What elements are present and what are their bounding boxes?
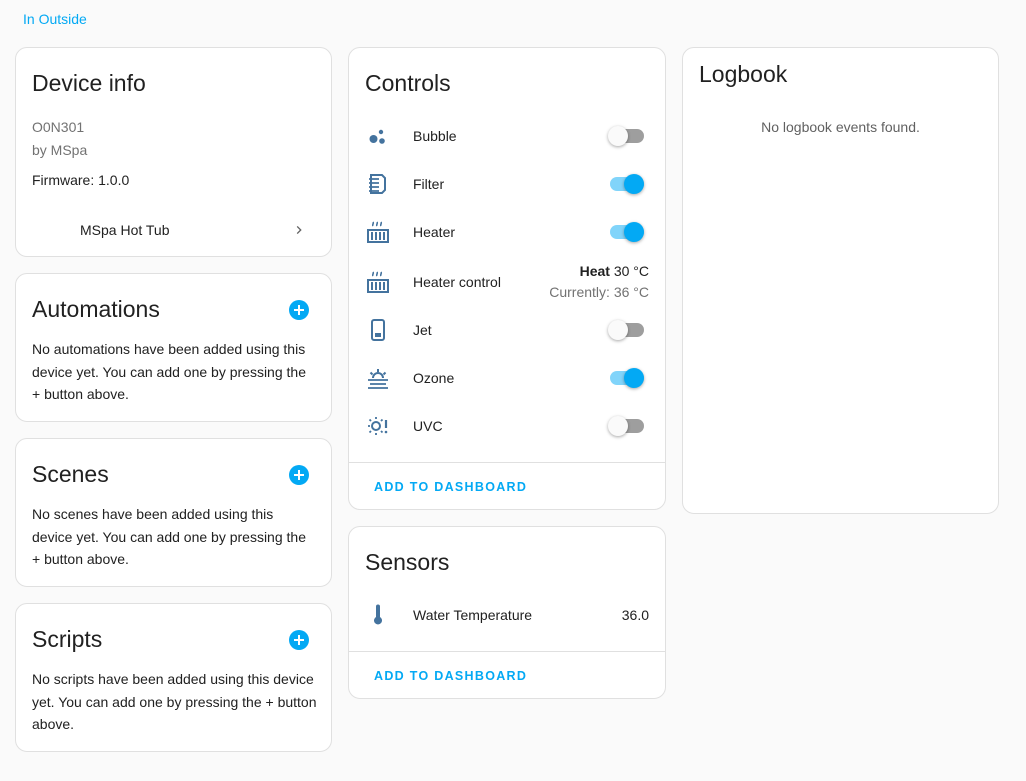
- device-info-title: Device info: [32, 70, 146, 96]
- sensors-title: Sensors: [365, 549, 450, 575]
- climate-target: 30 °C: [613, 263, 649, 279]
- bubble-toggle[interactable]: [608, 126, 644, 146]
- add-to-dashboard-button[interactable]: ADD TO DASHBOARD: [374, 669, 527, 683]
- jet-toggle[interactable]: [608, 320, 644, 340]
- sensors-card: Sensors Water Temperature 36.0 ADD TO DA…: [348, 526, 666, 699]
- entity-row-bubble[interactable]: Bubble: [349, 116, 665, 156]
- scripts-card: Scripts No scripts have been added using…: [15, 603, 332, 752]
- entity-name: Bubble: [413, 128, 457, 144]
- uvc-icon: [368, 417, 388, 435]
- logbook-title: Logbook: [699, 61, 788, 87]
- via-device-link[interactable]: MSpa Hot Tub: [16, 210, 331, 250]
- entity-row-heater-control[interactable]: Heater control Heat 30 °C Currently: 36 …: [349, 261, 665, 303]
- scripts-empty-text: No scripts have been added using this de…: [32, 671, 317, 732]
- heater-icon: [367, 221, 389, 243]
- sensor-value: 36.0: [621, 607, 649, 623]
- add-to-dashboard-button[interactable]: ADD TO DASHBOARD: [374, 480, 527, 494]
- controls-card: Controls Bubble Filter Heater Heater con…: [348, 47, 666, 510]
- heater-icon: [367, 271, 389, 293]
- ozone-toggle[interactable]: [608, 368, 644, 388]
- logbook-card: Logbook No logbook events found.: [682, 47, 999, 514]
- entity-name: Heater: [413, 224, 456, 240]
- controls-title: Controls: [365, 70, 451, 96]
- area-link[interactable]: In Outside: [23, 11, 87, 27]
- device-firmware: Firmware: 1.0.0: [32, 172, 130, 188]
- add-automation-button[interactable]: [289, 300, 309, 320]
- automations-title: Automations: [32, 296, 160, 322]
- scenes-card: Scenes No scenes have been added using t…: [15, 438, 332, 587]
- via-device-label: MSpa Hot Tub: [80, 222, 170, 238]
- thermometer-icon: [374, 604, 382, 625]
- automations-empty-text: No automations have been added using thi…: [32, 341, 306, 402]
- device-model: O0N301: [32, 119, 85, 135]
- entity-name: UVC: [413, 418, 443, 434]
- divider: [349, 651, 665, 652]
- uvc-toggle[interactable]: [608, 416, 644, 436]
- entity-name: Heater control: [413, 274, 501, 290]
- bubble-icon: [369, 129, 385, 144]
- climate-current: Currently: 36 °C: [549, 284, 649, 300]
- entity-name: Jet: [413, 322, 432, 338]
- add-script-button[interactable]: [289, 630, 309, 650]
- entity-row-jet[interactable]: Jet: [349, 310, 665, 350]
- entity-row-water-temperature[interactable]: Water Temperature 36.0: [349, 595, 665, 635]
- entity-name: Ozone: [413, 370, 455, 386]
- entity-row-ozone[interactable]: Ozone: [349, 358, 665, 398]
- entity-row-uvc[interactable]: UVC: [349, 406, 665, 446]
- scripts-title: Scripts: [32, 626, 103, 652]
- add-scene-button[interactable]: [289, 465, 309, 485]
- entity-row-heater[interactable]: Heater: [349, 212, 665, 252]
- ozone-icon: [368, 369, 388, 389]
- scenes-empty-text: No scenes have been added using this dev…: [32, 506, 306, 567]
- scenes-title: Scenes: [32, 461, 109, 487]
- filter-toggle[interactable]: [608, 174, 644, 194]
- entity-name: Water Temperature: [413, 607, 533, 623]
- chevron-right-icon: [296, 226, 302, 234]
- heater-toggle[interactable]: [608, 222, 644, 242]
- climate-mode: Heat: [579, 263, 610, 279]
- jet-icon: [371, 319, 385, 341]
- device-info-card: Device info O0N301 by MSpa Firmware: 1.0…: [15, 47, 332, 257]
- filter-icon: [369, 174, 386, 194]
- device-manufacturer: by MSpa: [32, 142, 88, 158]
- divider: [349, 462, 665, 463]
- logbook-empty-text: No logbook events found.: [761, 119, 920, 135]
- entity-row-filter[interactable]: Filter: [349, 164, 665, 204]
- automations-card: Automations No automations have been add…: [15, 273, 332, 422]
- entity-name: Filter: [413, 176, 445, 192]
- climate-state: Heat 30 °C Currently: 36 °C: [549, 261, 649, 303]
